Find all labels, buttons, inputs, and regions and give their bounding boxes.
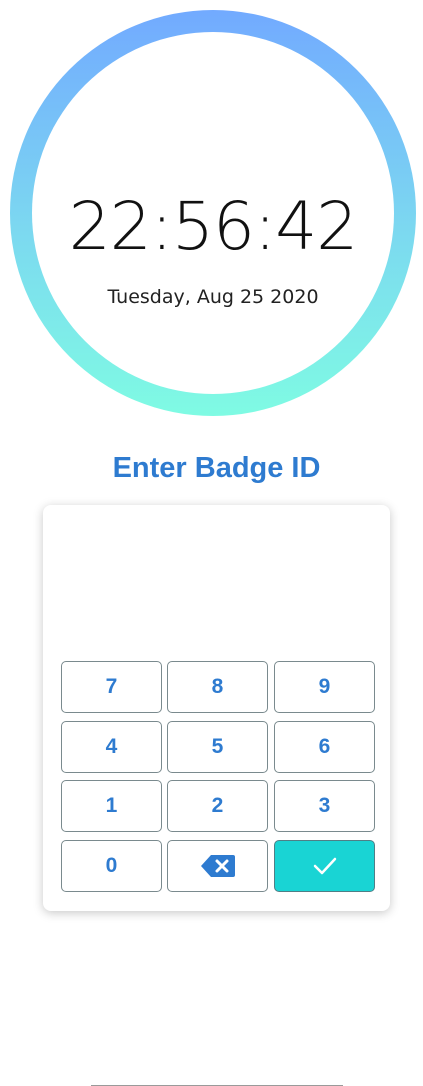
clock-time: 22:56:42 [68, 188, 358, 265]
backspace-icon [200, 854, 236, 878]
key-1[interactable]: 1 [61, 780, 162, 832]
key-6[interactable]: 6 [274, 721, 375, 773]
key-8[interactable]: 8 [167, 661, 268, 713]
key-7[interactable]: 7 [61, 661, 162, 713]
checkmark-icon [312, 856, 338, 876]
backspace-button[interactable] [167, 840, 268, 892]
key-4[interactable]: 4 [61, 721, 162, 773]
badge-id-input[interactable] [91, 1045, 343, 1086]
clock-ring: 22:56:42 Tuesday, Aug 25 2020 [10, 10, 416, 416]
clock-date: Tuesday, Aug 25 2020 [107, 286, 319, 308]
confirm-button[interactable] [274, 840, 375, 892]
key-5[interactable]: 5 [167, 721, 268, 773]
badge-title: Enter Badge ID [112, 452, 321, 484]
key-3[interactable]: 3 [274, 780, 375, 832]
key-2[interactable]: 2 [167, 780, 268, 832]
key-0[interactable]: 0 [61, 840, 162, 892]
clock-face: 22:56:42 Tuesday, Aug 25 2020 [32, 32, 394, 394]
key-9[interactable]: 9 [274, 661, 375, 713]
